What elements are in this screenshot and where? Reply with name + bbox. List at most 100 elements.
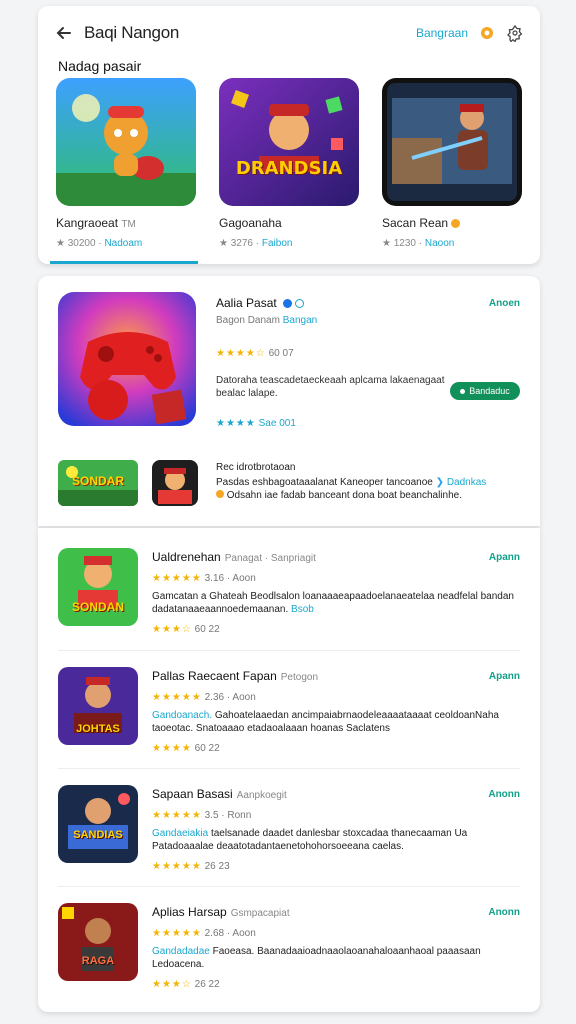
tab-underline bbox=[50, 261, 198, 264]
app-title: Baqi Nangon bbox=[84, 23, 179, 42]
app-thumbnail[interactable]: SANDIAS bbox=[58, 785, 138, 863]
header-link[interactable]: Bangraan bbox=[416, 26, 468, 40]
open-link[interactable]: Anonn bbox=[488, 789, 520, 800]
footer-stars: ★★★★ bbox=[152, 743, 192, 754]
app-header: Baqi Nangon Bangraan bbox=[54, 18, 524, 48]
thumbnail-logo-text: RAGA bbox=[81, 955, 115, 967]
game-thumbnail[interactable] bbox=[382, 78, 522, 206]
desc-prefix: Gandaeiakia bbox=[152, 828, 209, 839]
app-meta: Gsmpacapiat bbox=[230, 908, 290, 919]
list-item[interactable]: SANDIAS Sapaan Basasi Aanpkoegit Anonn ★★… bbox=[58, 768, 520, 886]
thumbnail-logo-text: JOHTAS bbox=[76, 723, 120, 735]
featured-card: Baqi Nangon Bangraan Nadag pasair Kangra… bbox=[38, 6, 540, 264]
featured-name: Sacan Rean bbox=[382, 216, 449, 230]
footer-text: 60 22 bbox=[194, 743, 220, 754]
footer-stars: ★★★☆ bbox=[152, 624, 192, 635]
verified-icon bbox=[283, 299, 293, 309]
sub-stars: ★★★★ bbox=[216, 418, 256, 429]
developer-link[interactable]: Bangan bbox=[283, 315, 317, 326]
install-label: Bandaduc bbox=[469, 386, 510, 396]
star-rating: ★★★★★ bbox=[152, 573, 202, 584]
app-thumbnail[interactable]: SONDAN bbox=[58, 548, 138, 626]
list-item[interactable]: RAGA Aplias Harsap Gsmpacapiat Anonn ★★★★… bbox=[58, 886, 520, 1004]
app-name: Ualdrenehan bbox=[152, 550, 221, 564]
recommend-text: Pasdas eshbagoataaalanat Kaneoper tancoa… bbox=[216, 477, 433, 488]
rating-text: 3.16 · Aoon bbox=[204, 573, 256, 584]
footer-stars: ★★★★★ bbox=[152, 861, 202, 872]
thumbnail-logo-text: SANDIAS bbox=[73, 829, 123, 841]
app-list: SONDAN Ualdrenehan Panagat · Sanpriagit A… bbox=[38, 528, 540, 1012]
game-thumbnail[interactable] bbox=[56, 78, 196, 206]
featured-rating: ★ 1230 bbox=[382, 238, 416, 249]
badge-dot-icon bbox=[216, 490, 224, 498]
desc-prefix: Gandoanach. bbox=[152, 710, 213, 721]
twitter-icon: ❯ bbox=[435, 477, 445, 488]
thumbnail-logo-text: DRANDSIA bbox=[235, 158, 343, 179]
desc-link[interactable]: Bsob bbox=[291, 604, 314, 615]
footer-stars: ★★★☆ bbox=[152, 979, 192, 990]
app-meta: Panagat · Sanpriagit bbox=[224, 553, 316, 564]
detail-title: Aalia Pasat bbox=[216, 296, 277, 310]
open-link[interactable]: Apann bbox=[489, 671, 520, 682]
desc-prefix: Gandadadae bbox=[152, 946, 210, 957]
footer-text: 26 23 bbox=[204, 861, 230, 872]
app-meta: Petogon bbox=[280, 672, 319, 683]
recommend-text-block: Pasdas eshbagoataaalanat Kaneoper tancoa… bbox=[216, 476, 520, 502]
developer-name: Bagon Danam bbox=[216, 315, 280, 326]
featured-rating: ★ 3276 bbox=[219, 238, 253, 249]
footer-text: 60 22 bbox=[194, 624, 220, 635]
dot-icon bbox=[460, 388, 466, 394]
recommend-text2: Odsahn iae fadab banceant dona boat bean… bbox=[226, 490, 462, 501]
app-meta: Aanpkoegit bbox=[236, 790, 287, 801]
bell-icon[interactable] bbox=[478, 24, 496, 42]
rating-text: 2.68 · Aoon bbox=[204, 928, 256, 939]
featured-link[interactable]: Nadoam bbox=[104, 238, 142, 249]
back-arrow-icon[interactable] bbox=[54, 23, 74, 43]
featured-name: Gagoanaha bbox=[219, 216, 282, 230]
featured-name: Kangraoeat bbox=[56, 216, 119, 230]
thumbnail-logo-text: SONDAN bbox=[71, 600, 124, 614]
badge-icon bbox=[451, 219, 461, 229]
mini-thumbnail[interactable]: SONDAR bbox=[58, 460, 138, 506]
app-name: Pallas Raecaent Fapan bbox=[152, 669, 277, 683]
app-thumbnail[interactable]: RAGA bbox=[58, 903, 138, 981]
featured-rating: ★ 30200 bbox=[56, 238, 96, 249]
star-rating: ★★★★★ bbox=[152, 810, 202, 821]
open-link[interactable]: Apann bbox=[489, 552, 520, 563]
featured-link[interactable]: Naoon bbox=[425, 238, 454, 249]
featured-list: Kangraoeat TM ★ 30200 · Nadoam DRANDSIA … bbox=[56, 78, 524, 249]
star-rating: ★★★★★ bbox=[152, 928, 202, 939]
mini-thumbnail[interactable] bbox=[152, 460, 198, 506]
open-link[interactable]: Anoen bbox=[489, 298, 520, 309]
game-thumbnail[interactable]: DRANDSIA bbox=[219, 78, 359, 206]
hero-thumbnail[interactable] bbox=[58, 292, 196, 426]
rating-text: 3.5 · Ronn bbox=[204, 810, 252, 821]
section-title: Nadag pasair bbox=[58, 58, 142, 74]
star-rating: ★★★★☆ bbox=[216, 348, 266, 359]
recommend-link[interactable]: Dadnkas bbox=[447, 477, 486, 488]
mini-logo-text: SONDAR bbox=[71, 474, 124, 488]
open-link[interactable]: Anonn bbox=[488, 907, 520, 918]
rating-text: 60 07 bbox=[268, 348, 294, 359]
detail-card: Aalia Pasat Bagon Danam Bangan ★★★★☆ 60 … bbox=[38, 276, 540, 526]
rating-text: 2.36 · Aoon bbox=[204, 692, 256, 703]
star-rating: ★★★★★ bbox=[152, 692, 202, 703]
detail-description: Datoraha teascadetaeckeaah aplcama lakae… bbox=[216, 375, 445, 399]
footer-text: 26 22 bbox=[194, 979, 220, 990]
featured-item[interactable]: DRANDSIA Gagoanaha ★ 3276 · Faibon bbox=[219, 78, 361, 249]
install-button[interactable]: Bandaduc bbox=[450, 382, 520, 400]
desc-prefix: Gamcatan a Ghateah bbox=[152, 591, 248, 602]
list-item[interactable]: JOHTAS Pallas Raecaent Fapan Petogon Apan… bbox=[58, 650, 520, 768]
app-name: Aplias Harsap bbox=[152, 905, 227, 919]
app-thumbnail[interactable]: JOHTAS bbox=[58, 667, 138, 745]
featured-link[interactable]: Faibon bbox=[262, 238, 293, 249]
settings-icon[interactable] bbox=[506, 24, 524, 43]
share-icon[interactable] bbox=[295, 299, 305, 309]
recommend-title: Rec idrotbrotaoan bbox=[216, 462, 296, 473]
featured-item[interactable]: Sacan Rean ★ 1230 · Naoon bbox=[382, 78, 524, 249]
sub-text: Sae 001 bbox=[258, 418, 296, 429]
app-name: Sapaan Basasi bbox=[152, 787, 233, 801]
list-item[interactable]: SONDAN Ualdrenehan Panagat · Sanpriagit A… bbox=[58, 532, 520, 650]
featured-item[interactable]: Kangraoeat TM ★ 30200 · Nadoam bbox=[56, 78, 198, 249]
featured-badge: TM bbox=[121, 219, 136, 230]
